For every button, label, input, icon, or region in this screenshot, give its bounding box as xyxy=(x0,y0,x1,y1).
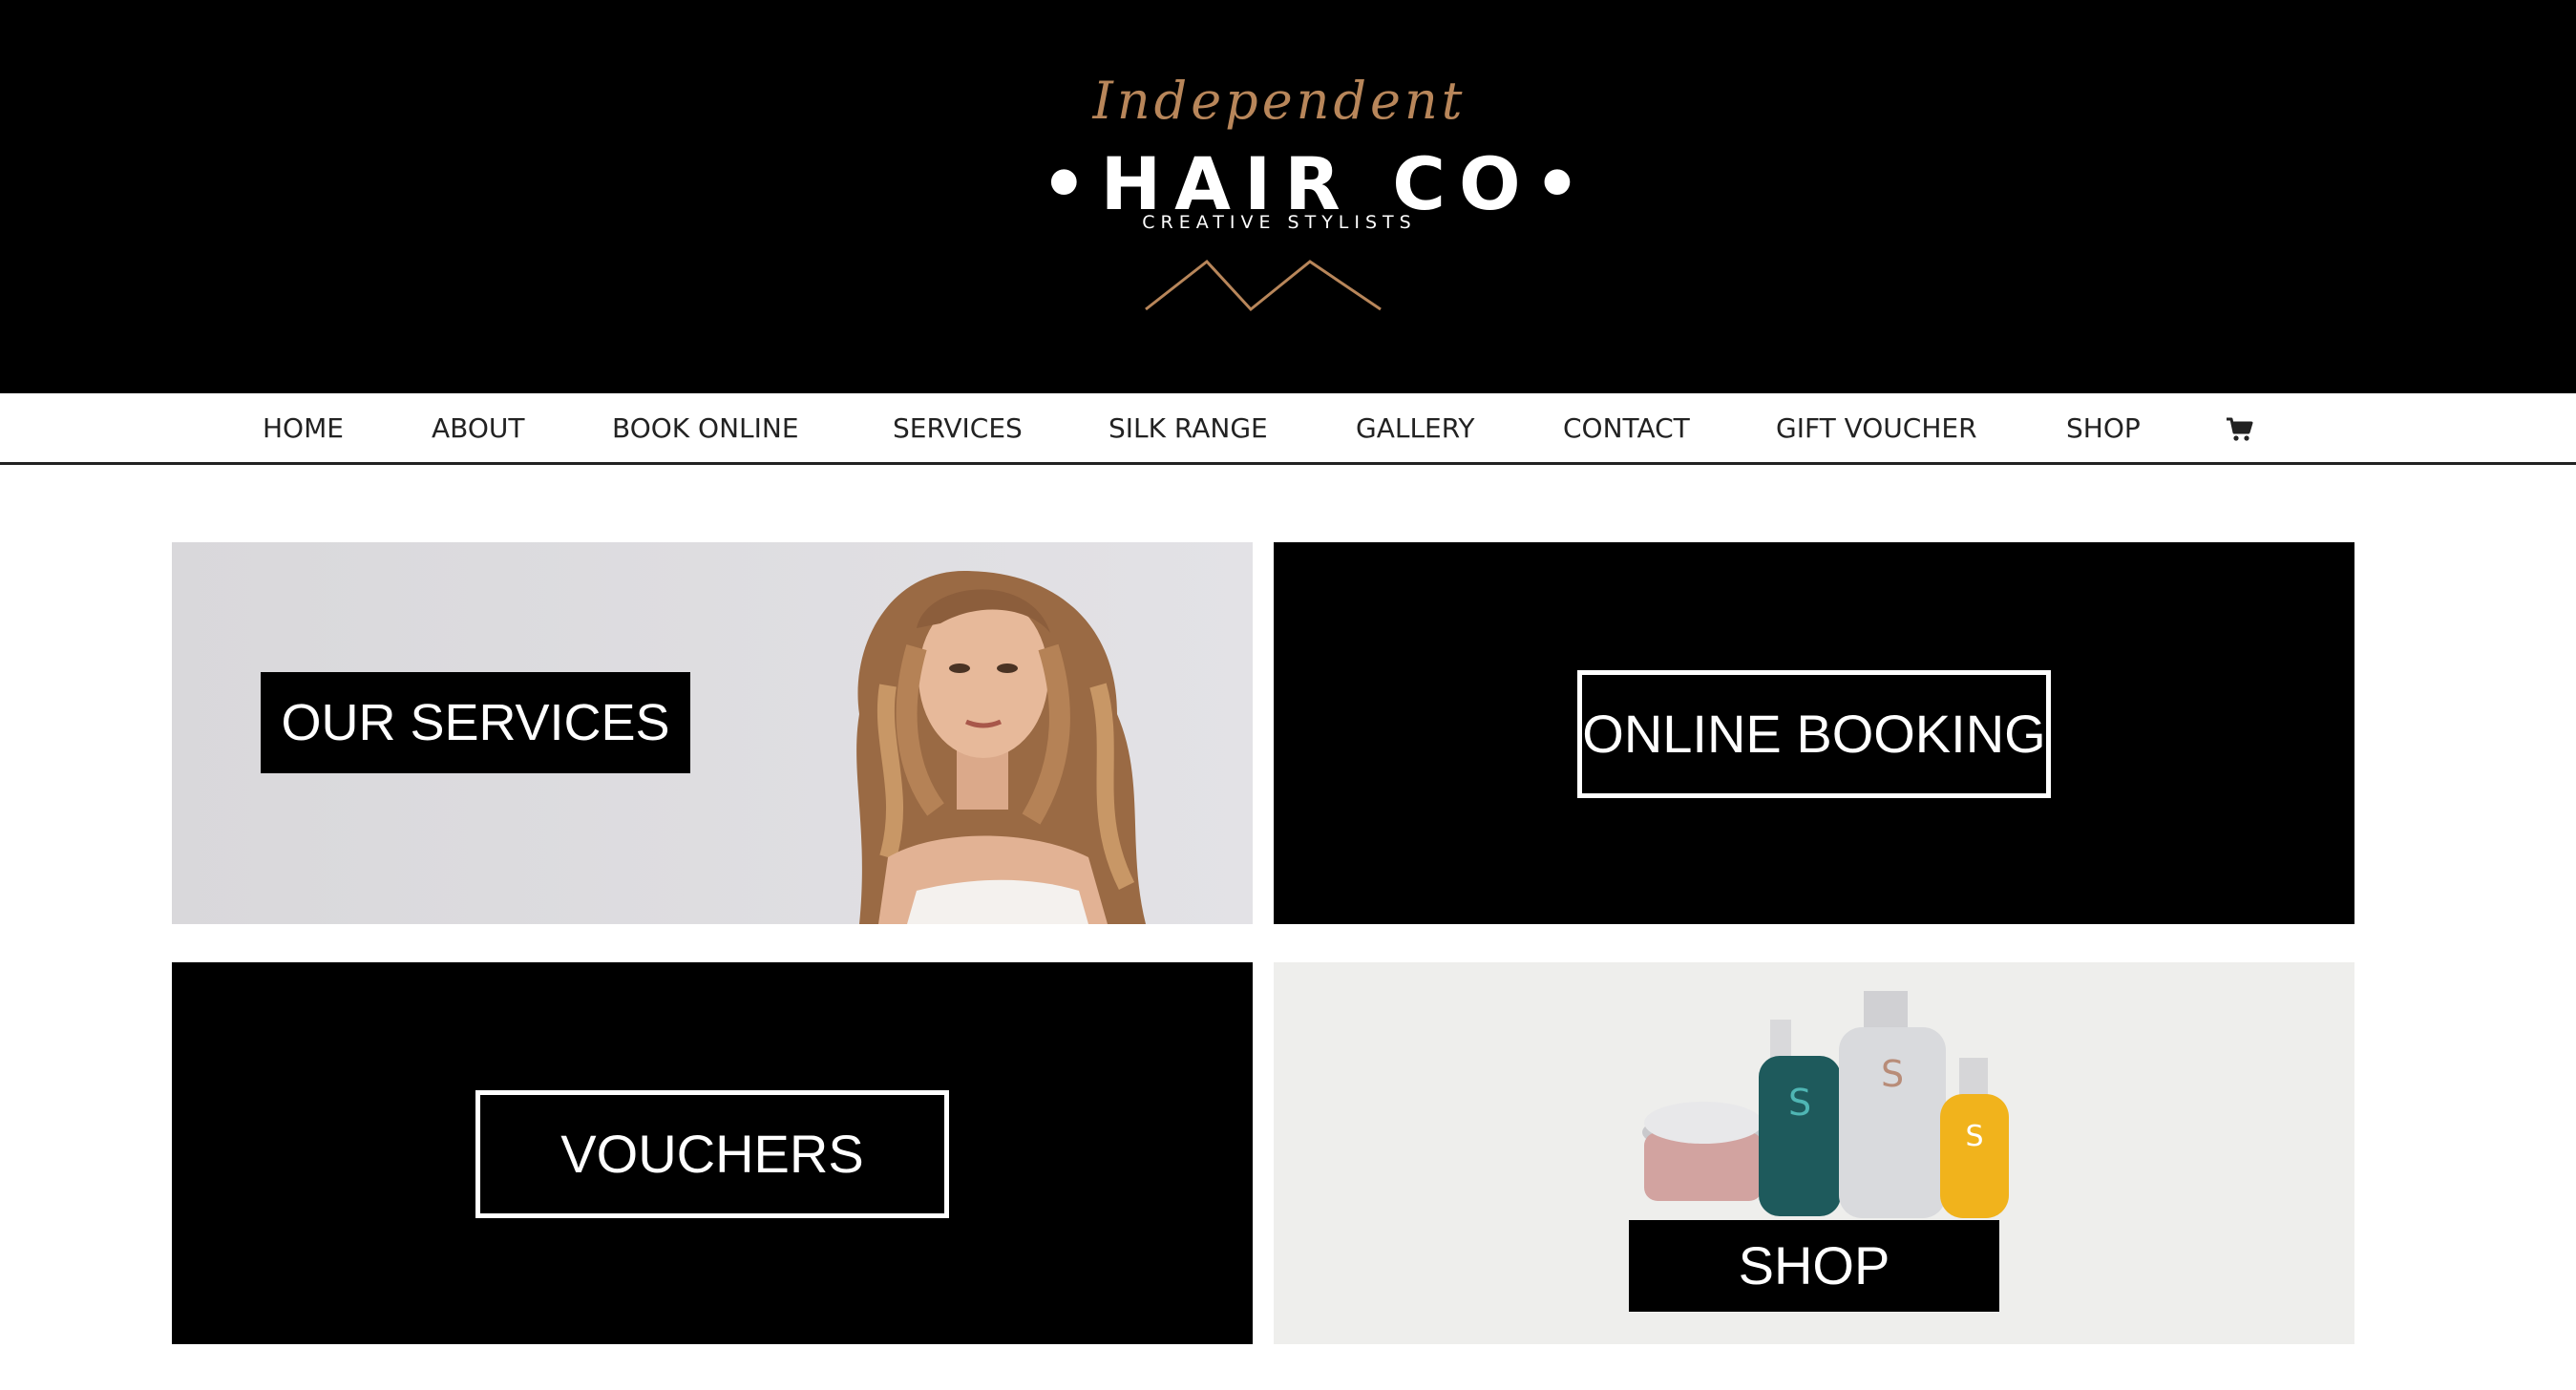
nav-silk-range[interactable]: SILK RANGE xyxy=(1109,393,1268,462)
nav-book-online[interactable]: BOOK ONLINE xyxy=(612,393,799,462)
our-services-label[interactable]: OUR SERVICES xyxy=(261,672,690,773)
main-navigation: HOME ABOUT BOOK ONLINE SERVICES SILK RAN… xyxy=(0,393,2576,465)
nav-shop[interactable]: SHOP xyxy=(2066,393,2141,462)
svg-text:S: S xyxy=(1788,1082,1811,1124)
svg-text:S: S xyxy=(1881,1053,1904,1095)
site-logo[interactable]: Independent •HAIR CO• CREATIVE STYLISTS xyxy=(1041,67,1580,325)
cart-icon[interactable] xyxy=(2225,414,2253,443)
logo-zigzag-ornament xyxy=(1145,259,1382,312)
services-tile[interactable]: OUR SERVICES xyxy=(172,542,1253,924)
nav-gift-voucher[interactable]: GIFT VOUCHER xyxy=(1776,393,1977,462)
svg-text:S: S xyxy=(1965,1120,1983,1153)
vouchers-label[interactable]: VOUCHERS xyxy=(475,1090,949,1218)
site-header: Independent •HAIR CO• CREATIVE STYLISTS xyxy=(0,0,2576,393)
nav-home[interactable]: HOME xyxy=(263,393,344,462)
nav-services[interactable]: SERVICES xyxy=(893,393,1023,462)
online-booking-tile[interactable]: ONLINE BOOKING xyxy=(1274,542,2354,924)
nav-gallery[interactable]: GALLERY xyxy=(1356,393,1475,462)
logo-script-text: Independent xyxy=(1092,71,1467,131)
shop-tile[interactable]: S S S SHOP xyxy=(1274,962,2354,1344)
nav-about[interactable]: ABOUT xyxy=(432,393,525,462)
model-portrait-image xyxy=(856,571,1146,924)
shop-label[interactable]: SHOP xyxy=(1629,1220,1999,1312)
vouchers-tile[interactable]: VOUCHERS xyxy=(172,962,1253,1344)
online-booking-label[interactable]: ONLINE BOOKING xyxy=(1577,670,2051,798)
nav-contact[interactable]: CONTACT xyxy=(1563,393,1690,462)
hair-products-image: S S S xyxy=(1642,991,2009,1218)
logo-tagline: CREATIVE STYLISTS xyxy=(1142,212,1417,233)
